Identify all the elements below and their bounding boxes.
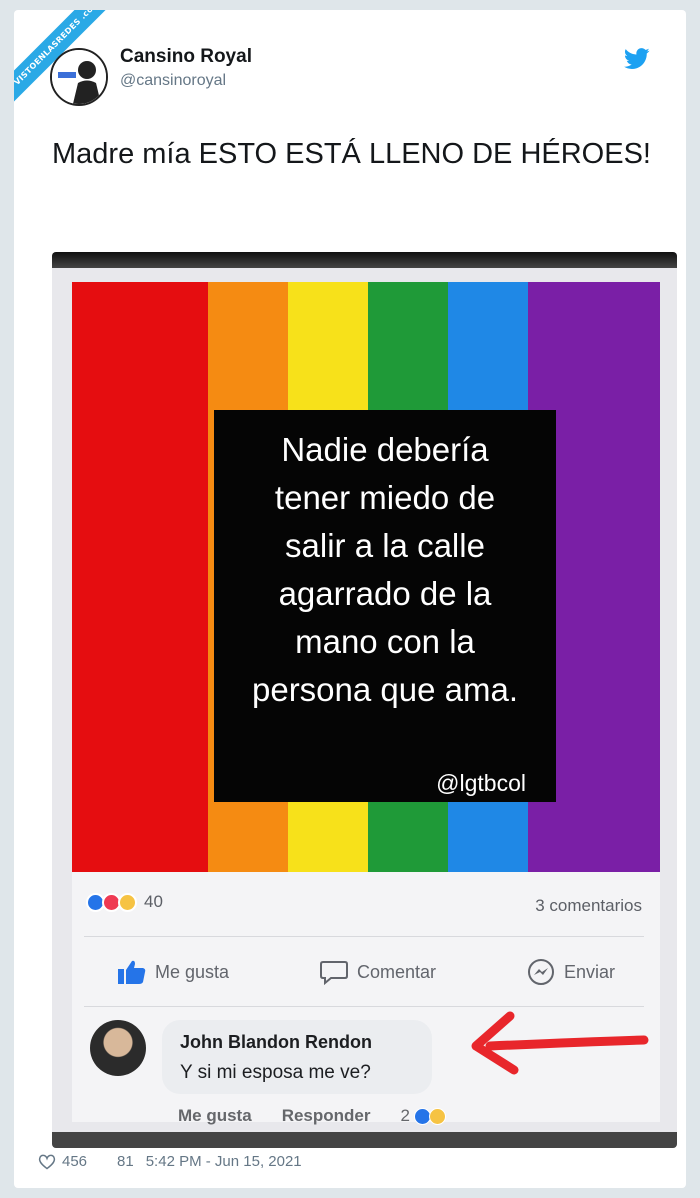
heart-icon (38, 1154, 56, 1169)
commenter-name: John Blandon Rendon (180, 1032, 372, 1052)
comment-action: Comentar (319, 959, 436, 985)
send-action: Enviar (526, 958, 615, 986)
like-stat[interactable]: 456 (38, 1153, 87, 1170)
thumbs-up-icon (117, 960, 146, 984)
reaction-count: 40 (144, 892, 163, 911)
media-bottom-bar (52, 1132, 677, 1148)
flag-stripe-red (72, 282, 208, 872)
quote-box: Nadie debería tener miedo de salir a la … (214, 410, 556, 802)
reactions-summary: 40 (86, 892, 163, 912)
quote-line: salir a la calle (285, 527, 485, 564)
quote-line: persona que ama. (251, 671, 518, 708)
care-reaction-icon (118, 892, 137, 912)
like-action-label: Me gusta (154, 961, 230, 982)
quote-line: agarrado de la (278, 575, 492, 612)
quote-line: tener miedo de (274, 479, 496, 516)
media-top-bar (52, 252, 677, 268)
tweet-text: Madre mía ESTO ESTÁ LLENO DE HÉROES! (52, 138, 651, 170)
send-action-label: Enviar (563, 961, 615, 982)
red-arrow-annotation (471, 1011, 649, 1075)
comment-reaction-count: 2 (400, 1106, 410, 1125)
timestamp-text: 5:42 PM - Jun 15, 2021 (145, 1153, 302, 1170)
comment-action-label: Comentar (356, 961, 436, 982)
quote-text: Nadie debería tener miedo de salir a la … (214, 426, 556, 714)
like-count: 456 (62, 1153, 88, 1170)
comment-actions: Me gusta Responder 2 (178, 1106, 446, 1126)
rainbow-flag: Nadie debería tener miedo de salir a la … (72, 282, 660, 872)
author-avatar[interactable] (50, 48, 108, 106)
author-name[interactable]: Cansino Royal (120, 46, 252, 68)
comments-count: 3 comentarios (535, 896, 642, 915)
like-action: Me gusta (117, 959, 229, 985)
retweet-count: 81 (117, 1153, 134, 1170)
post-actions: Me gusta Comentar Enviar (72, 950, 660, 994)
comment-like-label: Me gusta (178, 1106, 252, 1125)
quote-handle: @lgtbcol (436, 770, 526, 796)
author-handle[interactable]: @cansinoroyal (120, 72, 226, 90)
tweet-footer: 456 81 5:42 PM - Jun 15, 2021 (38, 1153, 332, 1170)
tweet-card: VISTOENLASREDES .com Cansino Royal @cans… (14, 10, 686, 1188)
facebook-post-panel: 40 3 comentarios Me gusta Comentar Envia… (72, 872, 660, 1125)
commenter-avatar (90, 1020, 146, 1076)
comment-text: Y si mi esposa me ve? (180, 1062, 371, 1083)
divider (84, 936, 644, 937)
tweet-media-image[interactable]: Nadie debería tener miedo de salir a la … (52, 252, 677, 1148)
retweet-stat[interactable]: 81 (117, 1153, 134, 1170)
quote-line: Nadie debería (281, 431, 489, 468)
quote-line: mano con la (295, 623, 475, 660)
timestamp[interactable]: 5:42 PM - Jun 15, 2021 (146, 1153, 302, 1170)
comment-bubble: John Blandon Rendon Y si mi esposa me ve… (162, 1020, 432, 1094)
speech-bubble-icon (319, 961, 348, 985)
comment-reply-label: Responder (281, 1106, 371, 1125)
twitter-bird-icon[interactable] (624, 48, 650, 70)
messenger-icon (527, 959, 554, 985)
haha-reaction-icon (428, 1107, 446, 1125)
